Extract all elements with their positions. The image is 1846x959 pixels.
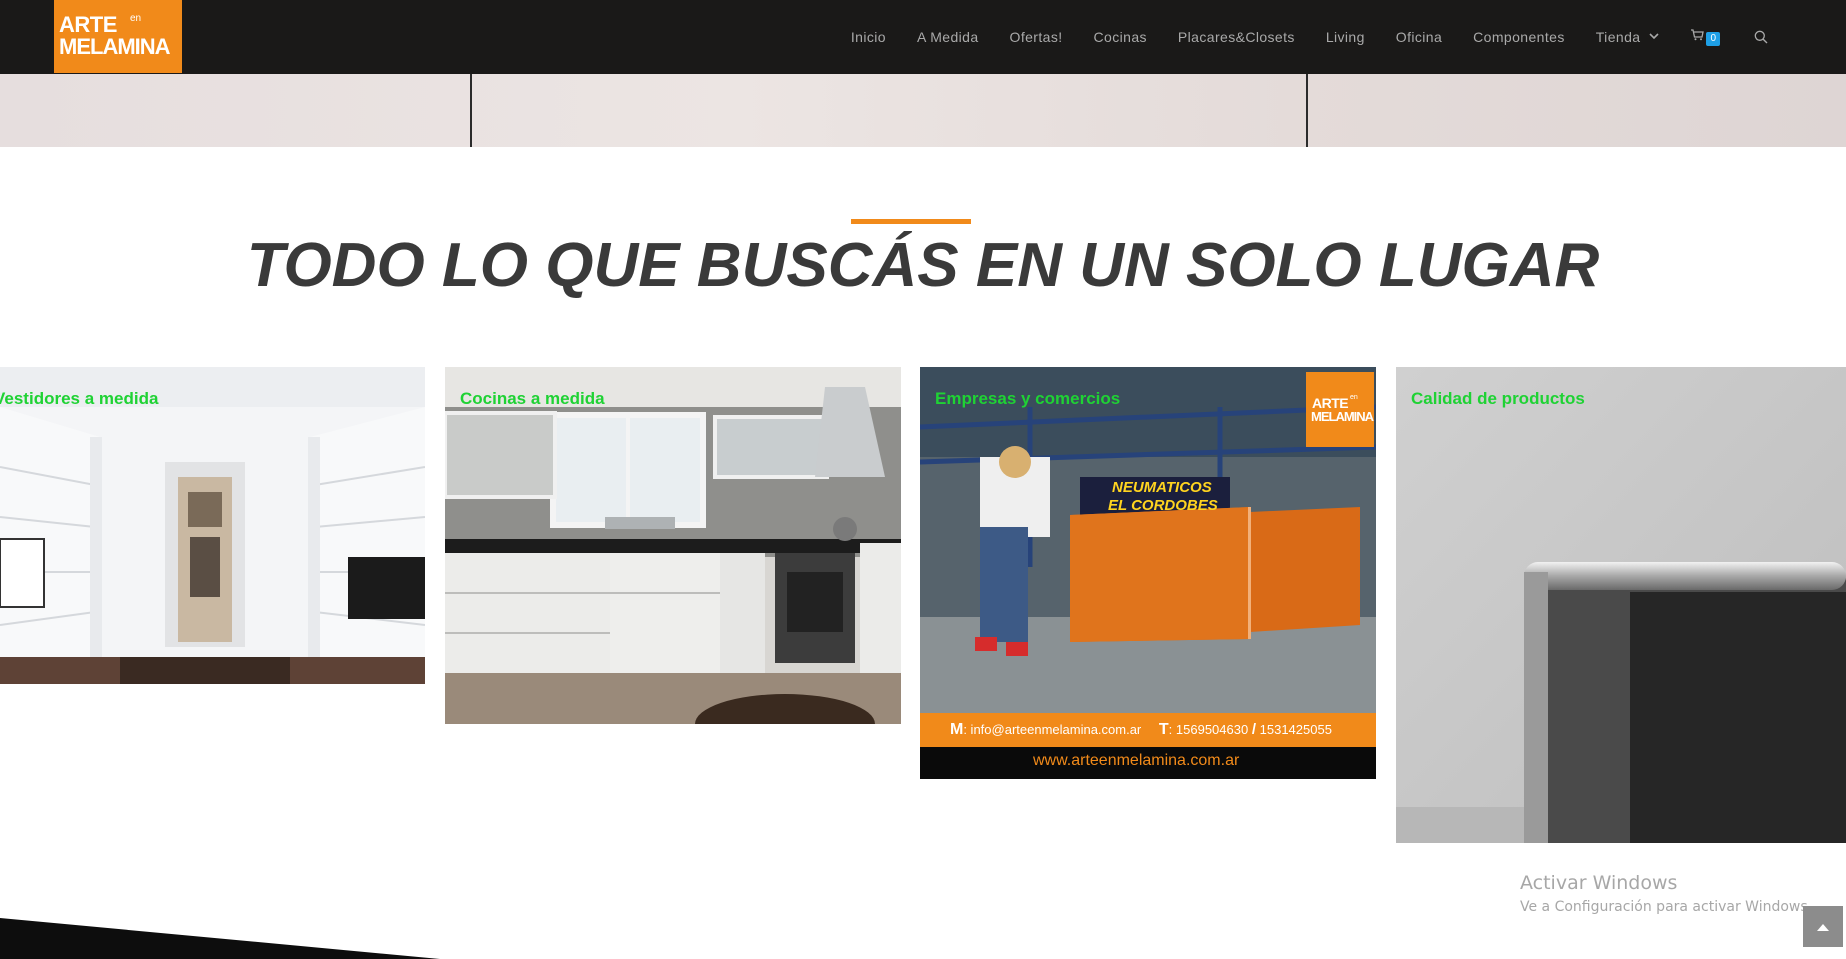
empresas-contact-line: M: info@arteenmelamina.com.ar T: 1569504…	[950, 721, 1332, 739]
footer-wedge	[0, 918, 440, 959]
nav-item-ofertas[interactable]: Ofertas!	[1010, 29, 1063, 45]
empresas-contact-m: M	[950, 721, 964, 738]
nav-item-cocinas[interactable]: Cocinas	[1094, 29, 1147, 45]
empresas-sign-line1: NEUMATICOS	[1112, 479, 1212, 496]
hero-cabinet-seam	[1306, 74, 1308, 147]
windows-activation-subtitle: Ve a Configuración para activar Windows.	[1520, 899, 1813, 915]
site-logo[interactable]: ARTE en MELAMINA	[54, 0, 182, 73]
cart-button[interactable]: 0	[1690, 28, 1720, 46]
vestidor-photo	[0, 367, 425, 684]
nav-item-living[interactable]: Living	[1326, 29, 1365, 45]
nav-item-placares-closets[interactable]: Placares&Closets	[1178, 29, 1295, 45]
empresas-website: www.arteenmelamina.com.ar	[1033, 752, 1240, 769]
empresas-contact-phones: : 1569504630	[1168, 722, 1249, 737]
cart-count-badge: 0	[1706, 32, 1720, 46]
nav-item-tienda[interactable]: Tienda	[1596, 29, 1660, 45]
empresas-badge-en: en	[1350, 394, 1358, 401]
windows-activation-title: Activar Windows	[1520, 872, 1678, 894]
category-card-empresas[interactable]: ARTE en MELAMINA NEUMATICOS EL CORDOBES …	[920, 367, 1376, 779]
nav-item-oficina[interactable]: Oficina	[1396, 29, 1442, 45]
empresas-photo	[920, 367, 1376, 779]
section-title: TODO LO QUE BUSCÁS EN UN SOLO LUGAR	[246, 231, 1600, 300]
logo-line2: MELAMINA	[59, 34, 171, 59]
card-label: Empresas y comercios	[935, 389, 1121, 408]
empresas-contact-email: : info@arteenmelamina.com.ar	[963, 722, 1142, 737]
nav-item-inicio[interactable]: Inicio	[851, 29, 886, 45]
chevron-down-icon	[1649, 32, 1660, 43]
empresas-badge-line2: MELAMINA	[1311, 409, 1374, 424]
empresas-contact-phone2: 1531425055	[1259, 722, 1332, 737]
nav-item-componentes[interactable]: Componentes	[1473, 29, 1565, 45]
hero-image-strip	[0, 74, 1846, 147]
card-label: Vestidores a medida	[0, 389, 159, 408]
cart-icon	[1690, 28, 1705, 46]
nav-item-a-medida[interactable]: A Medida	[917, 29, 979, 45]
card-label: Calidad de productos	[1411, 389, 1585, 408]
logo-en: en	[130, 13, 142, 24]
cocina-photo	[445, 367, 901, 724]
title-accent-bar	[851, 219, 971, 224]
arrow-up-icon	[1817, 918, 1829, 936]
category-card-cocinas[interactable]: Cocinas a medida	[445, 367, 901, 724]
main-nav: Inicio A Medida Ofertas! Cocinas Placare…	[851, 0, 1846, 74]
calidad-photo	[1396, 367, 1846, 843]
empresas-sign-line2: EL CORDOBES	[1108, 497, 1218, 514]
empresas-contact-sep: /	[1251, 721, 1256, 738]
category-card-calidad[interactable]: Calidad de productos	[1396, 367, 1846, 843]
category-card-vestidores[interactable]: Vestidores a medida	[0, 367, 425, 684]
empresas-contact-t: T	[1158, 721, 1169, 738]
scroll-to-top-button[interactable]	[1803, 906, 1843, 947]
search-icon[interactable]	[1754, 30, 1768, 44]
card-label: Cocinas a medida	[460, 389, 605, 408]
hero-cabinet-seam	[470, 74, 472, 147]
nav-item-tienda-label: Tienda	[1595, 29, 1641, 45]
logo-line1: ARTE	[59, 12, 117, 37]
site-header: ARTE en MELAMINA Inicio A Medida Ofertas…	[0, 0, 1846, 74]
